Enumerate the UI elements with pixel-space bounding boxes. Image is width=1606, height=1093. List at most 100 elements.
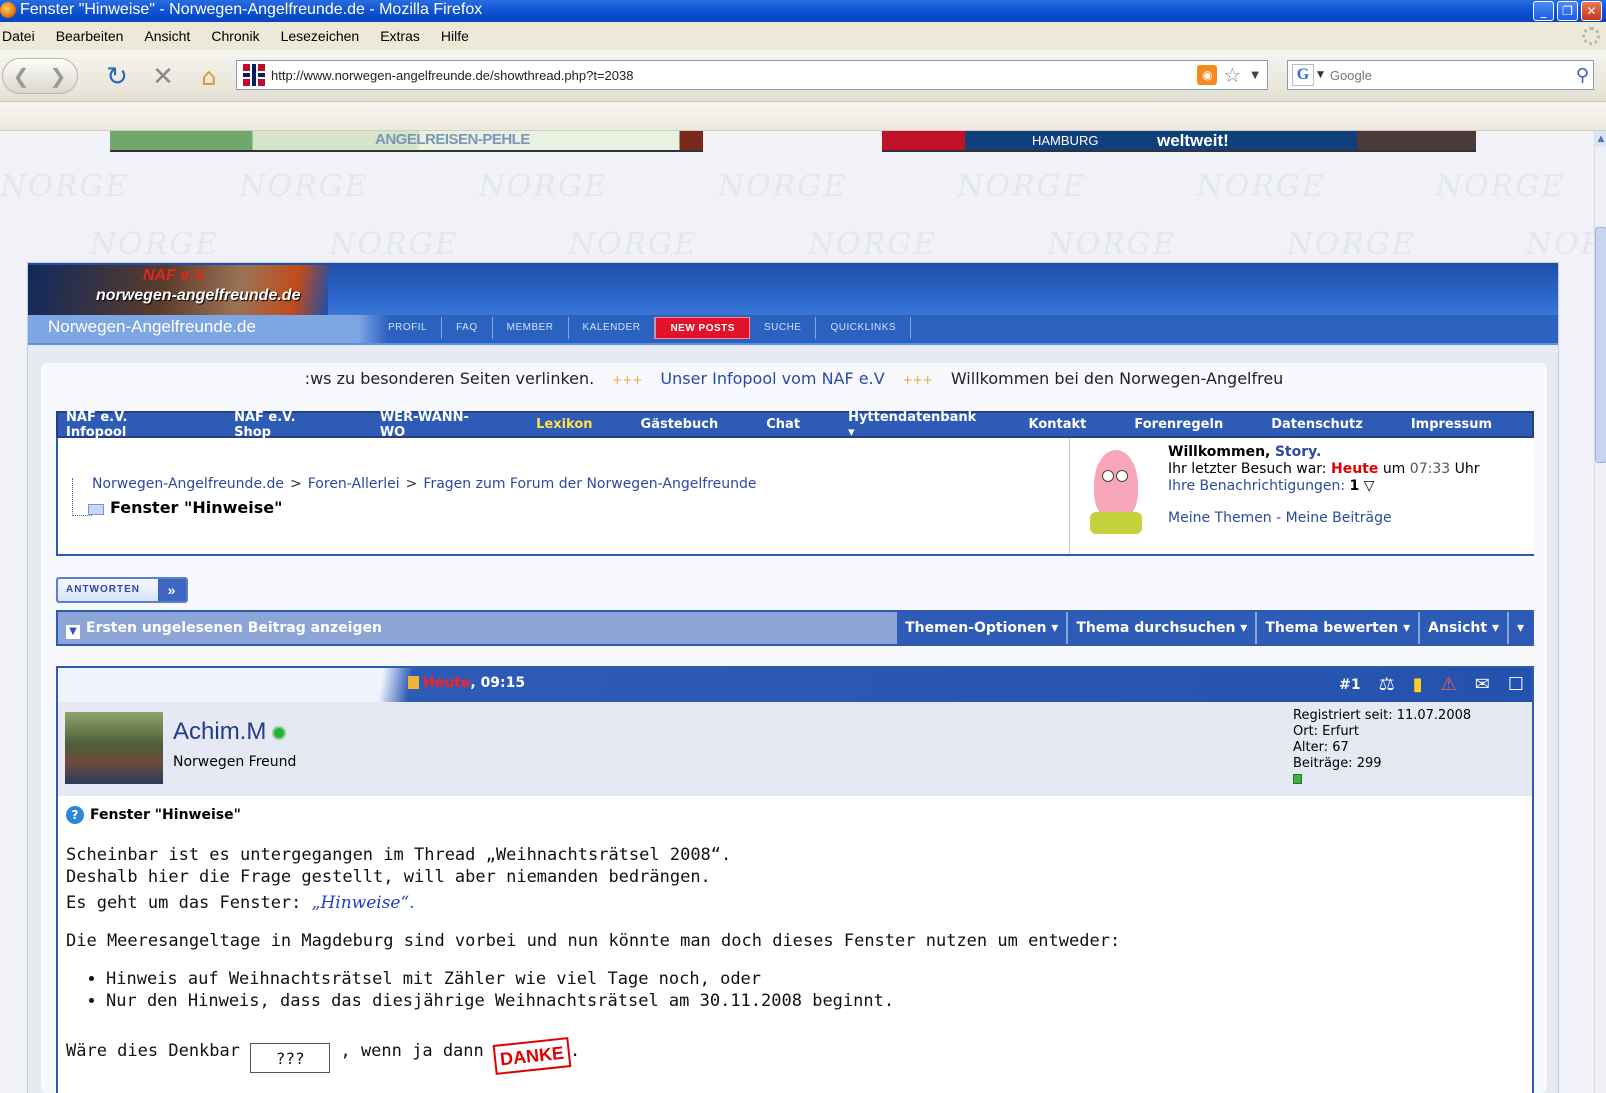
reply-button[interactable]: ANTWORTEN » (56, 577, 188, 603)
menu-lesezeichen[interactable]: Lesezeichen (279, 28, 360, 44)
ad-banner-left[interactable]: ANGELREISEN-PEHLE (110, 131, 703, 152)
nav-faq[interactable]: FAQ (442, 317, 493, 339)
welcome-username[interactable]: Story. (1275, 444, 1321, 460)
post-body: Scheinbar ist es untergegangen im Thread… (66, 844, 1120, 1075)
scroll-thumb[interactable] (1595, 227, 1606, 463)
search-bar[interactable]: G ▼ ⚲ (1287, 60, 1594, 90)
search-input[interactable] (1329, 67, 1576, 83)
menu-hilfe[interactable]: Hilfe (439, 28, 469, 44)
menu-chronik[interactable]: Chronik (209, 28, 259, 44)
menu-bearbeiten[interactable]: Bearbeiten (54, 28, 124, 44)
warning-icon[interactable]: ⚠ (1441, 674, 1457, 695)
link-infopool[interactable]: NAF e.V. Infopool (66, 410, 186, 440)
link-kontakt[interactable]: Kontakt (1028, 417, 1086, 432)
forum-content: :ws zu besonderen Seiten verlinken. +++ Un… (41, 363, 1547, 1093)
user-avatar[interactable] (1076, 446, 1152, 546)
search-icon[interactable]: ⚲ (1576, 65, 1589, 86)
breadcrumb-home[interactable]: Norwegen-Angelfreunde.de (92, 476, 284, 492)
author-stats: Registriert seit: 11.07.2008 Ort: Erfurt… (1293, 708, 1471, 784)
link-gaestebuch[interactable]: Gästebuch (641, 417, 719, 432)
breadcrumb: Norwegen-Angelfreunde.de > Foren-Allerlei >… (92, 476, 757, 492)
post-list: Hinweis auf Weihnachtsrätsel mit Zähler … (106, 968, 1120, 1012)
page-scrollbar[interactable]: ▲ (1594, 131, 1606, 1093)
first-unread-link[interactable]: ▼ Ersten ungelesenen Beitrag anzeigen (66, 620, 382, 639)
report-icon[interactable]: ✉ (1475, 674, 1490, 695)
ticker-link-infopool[interactable]: Unser Infopool vom NAF e.V (660, 369, 884, 388)
link-hyttendatenbank[interactable]: Hyttendatenbank ▾ (848, 410, 980, 440)
bookmark-star-icon[interactable]: ☆ (1223, 63, 1241, 87)
link-shop[interactable]: NAF e.V. Shop (234, 410, 332, 440)
menu-extras[interactable]: Extras (378, 28, 420, 44)
home-icon[interactable]: ⌂ (194, 62, 224, 92)
page-viewport: NORGE NORGE NORGE NORGE NORGE NORGE NORGE NORGE… (0, 131, 1594, 1093)
post-title: ? Fenster "Hinweise" (66, 806, 241, 824)
link-forenregeln[interactable]: Forenregeln (1134, 417, 1223, 432)
google-engine-icon[interactable]: G (1292, 64, 1314, 86)
notifications-dropdown-icon[interactable]: ▽ (1364, 478, 1375, 494)
thread-view-menu[interactable]: Ansicht ▾ (1418, 612, 1507, 644)
stop-icon[interactable]: ✕ (148, 62, 178, 92)
author-avatar[interactable] (65, 712, 163, 784)
url-dropdown-icon[interactable]: ▼ (1251, 70, 1259, 81)
minimize-button[interactable]: _ (1533, 1, 1554, 21)
last-visit-label: Ihr letzter Besuch war: (1168, 461, 1327, 477)
post-number-link[interactable]: #1 (1339, 677, 1360, 693)
author-name[interactable]: Achim.M (173, 718, 287, 746)
scroll-up-icon[interactable]: ▲ (1595, 131, 1606, 147)
thread-options-menu[interactable]: Themen-Optionen ▾ (895, 612, 1067, 644)
ad-banner-left-text: ANGELREISEN-PEHLE (375, 131, 530, 148)
thread-rate-menu[interactable]: Thema bewerten ▾ (1255, 612, 1419, 644)
logo-naf-text: NAF e.V. (143, 267, 208, 284)
list-item: Hinweis auf Weihnachtsrätsel mit Zähler … (106, 968, 1120, 990)
engine-dropdown-icon[interactable]: ▼ (1317, 70, 1324, 80)
link-impressum[interactable]: Impressum (1411, 417, 1492, 432)
thread-search-menu[interactable]: Thema durchsuchen ▾ (1066, 612, 1256, 644)
link-lexikon[interactable]: Lexikon (536, 417, 592, 432)
throbber-icon (1582, 27, 1600, 45)
thread-more-menu[interactable]: ▾ (1506, 612, 1532, 644)
nav-profil[interactable]: PROFIL (374, 317, 443, 339)
my-threads-link[interactable]: Meine Themen (1168, 510, 1272, 526)
multiquote-checkbox-icon[interactable]: ☐ (1508, 674, 1524, 695)
forward-icon[interactable]: ❯ (43, 62, 73, 90)
author-posts: Beiträge: 299 (1293, 756, 1382, 771)
forum-header: NAF e.V. norwegen-angelfreunde.de Norweg… (28, 263, 1558, 345)
my-posts-link[interactable]: Meine Beiträge (1286, 510, 1392, 526)
notifications-link[interactable]: Ihre Benachrichtigungen: (1168, 478, 1345, 494)
quick-links-bar: NAF e.V. Infopool NAF e.V. Shop WER-WANN… (56, 410, 1534, 440)
breadcrumb-fragen[interactable]: Fragen zum Forum der Norwegen-Angelfreun… (423, 476, 756, 492)
menu-datei[interactable]: Datei (0, 28, 35, 44)
rss-icon[interactable]: ◉ (1197, 65, 1218, 85)
scales-icon[interactable]: ⚖ (1379, 674, 1395, 695)
forum-nav: PROFIL FAQ MEMBER KALENDER NEW POSTS SUC… (374, 315, 912, 341)
yellow-card-icon[interactable]: ▮ (1413, 674, 1423, 695)
post: Heute, 09:15 #1 ⚖ ▮ ⚠ ✉ ☐ Achim.M Norweg… (56, 666, 1534, 1093)
menu-ansicht[interactable]: Ansicht (142, 28, 190, 44)
url-text[interactable]: http://www.norwegen-angelfreunde.de/show… (271, 68, 1197, 83)
nav-suche[interactable]: SUCHE (750, 317, 817, 339)
ad-banner-right[interactable]: HAMBURG weltweit! (882, 131, 1476, 152)
close-button[interactable]: ✕ (1581, 1, 1602, 21)
question-sign-smiley: ??? (250, 1043, 331, 1073)
site-logo[interactable]: NAF e.V. norwegen-angelfreunde.de (28, 265, 328, 317)
nav-new-posts[interactable]: NEW POSTS (655, 317, 750, 339)
link-wer-wann-wo[interactable]: WER-WANN-WO (380, 410, 488, 440)
post-actions: #1 ⚖ ▮ ⚠ ✉ ☐ (1339, 674, 1524, 695)
back-icon[interactable]: ❮ (6, 62, 36, 90)
url-bar[interactable]: http://www.norwegen-angelfreunde.de/show… (236, 60, 1268, 90)
link-chat[interactable]: Chat (766, 417, 800, 432)
reload-icon[interactable]: ↻ (102, 62, 132, 92)
menu-bar: Datei Bearbeiten Ansicht Chronik Lesezei… (0, 22, 1606, 50)
nav-member[interactable]: MEMBER (493, 317, 569, 339)
nav-quicklinks[interactable]: QUICKLINKS (816, 317, 912, 339)
breadcrumb-foren-allerlei[interactable]: Foren-Allerlei (308, 476, 400, 492)
nav-kalender[interactable]: KALENDER (569, 317, 656, 339)
danke-smiley: DANKE (492, 1037, 572, 1075)
restore-button[interactable]: ❐ (1557, 1, 1578, 21)
last-visit-time: 07:33 (1409, 461, 1451, 477)
link-datenschutz[interactable]: Datenschutz (1271, 417, 1363, 432)
ticker-separator: +++ (902, 373, 933, 387)
post-status-icon (408, 676, 419, 689)
welcome-greeting: Willkommen, (1168, 444, 1271, 460)
bookmarks-toolbar (0, 103, 1606, 131)
